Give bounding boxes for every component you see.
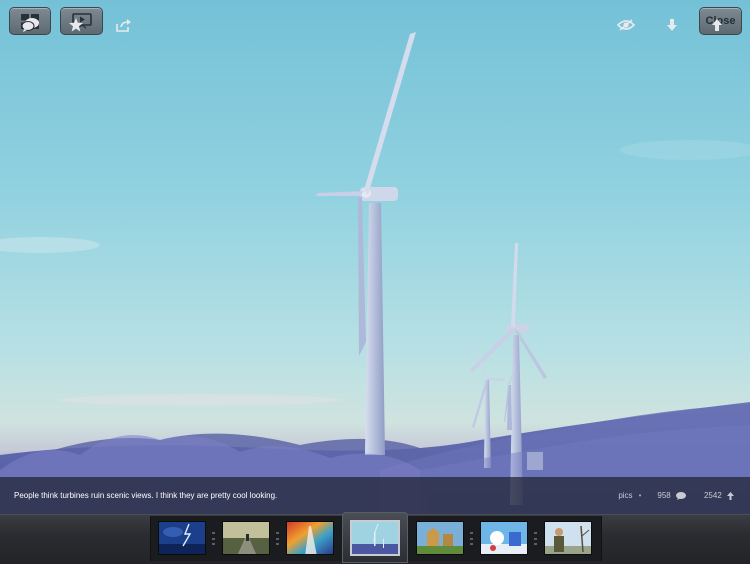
thumb-castle[interactable] [416,521,464,555]
eye-icon [617,19,635,31]
downvote-button[interactable] [661,14,683,36]
thumb-person[interactable] [544,521,592,555]
thumb-rainbow[interactable] [286,521,334,555]
hide-ui-button[interactable] [615,14,637,36]
comment-bubble-icon [675,491,686,500]
subreddit-label[interactable]: pics [618,491,632,500]
thumb-separator [276,532,279,545]
post-meta: pics • 958 2542 [612,491,734,500]
share-button[interactable] [112,14,134,36]
thumb-cartoon[interactable] [480,521,528,555]
comments-button[interactable] [20,14,42,36]
share-icon [115,18,131,32]
score-count: 2542 [698,491,734,500]
favorite-button[interactable] [65,14,87,36]
score-arrow-icon [727,491,734,500]
star-icon [69,18,83,32]
thumb-turbines[interactable] [350,520,400,556]
post-title: People think turbines ruin scenic views.… [14,491,278,500]
caption-bar: People think turbines ruin scenic views.… [0,477,750,514]
thumb-road[interactable] [222,521,270,555]
thumb-separator [212,532,215,545]
upvote-button[interactable] [706,14,728,36]
thumb-separator [534,532,537,545]
separator-dot: • [638,491,642,500]
thumb-separator [470,532,473,545]
thumb-storm[interactable] [158,521,206,555]
upvote-arrow-icon [712,19,722,31]
comments-icon [22,18,39,32]
comment-count[interactable]: 958 [651,491,686,500]
downvote-arrow-icon [667,19,677,31]
